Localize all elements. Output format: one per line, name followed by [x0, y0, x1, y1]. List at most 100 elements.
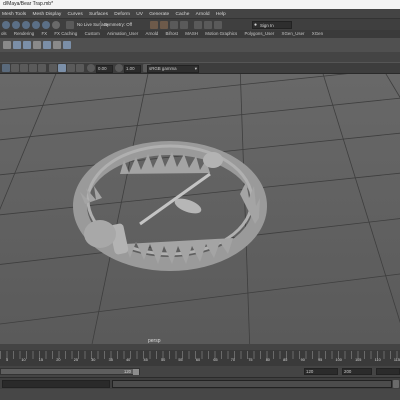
tick-label: 100	[335, 358, 342, 362]
colorspace-dropdown[interactable]: sRGB gamma ▾	[147, 65, 199, 73]
shelf-tab-ols[interactable]: ols	[1, 30, 7, 38]
shelf-tab-animation-user[interactable]: Animation_User	[107, 30, 138, 38]
viewport-3d[interactable]: persp	[0, 74, 400, 344]
menu-surfaces[interactable]: Surfaces	[89, 10, 108, 18]
snap-projected-icon[interactable]	[32, 21, 40, 29]
current-frame-field[interactable]	[376, 368, 400, 375]
animation-end-field[interactable]: 200	[342, 368, 372, 375]
range-end-value: 120	[306, 369, 314, 374]
snap-view-plane-icon[interactable]	[42, 21, 50, 29]
menu-deform[interactable]: Deform	[114, 10, 130, 18]
shelf-tool-5-icon[interactable]	[43, 41, 51, 49]
animation-end-value: 200	[344, 369, 352, 374]
shelf-tool-4-icon[interactable]	[33, 41, 41, 49]
select-camera-icon[interactable]	[2, 64, 10, 72]
menu-uv[interactable]: UV	[136, 10, 143, 18]
grid-toggle-icon[interactable]	[38, 64, 46, 72]
range-end-field[interactable]: 120	[304, 368, 338, 375]
help-line	[0, 389, 400, 400]
menu-cache[interactable]: Cache	[176, 10, 190, 18]
snap-grid-icon[interactable]	[2, 21, 10, 29]
signin-button[interactable]: ● Sign In	[252, 21, 292, 29]
tick-label: 95	[318, 358, 323, 362]
exposure-icon[interactable]	[87, 64, 95, 72]
render-settings-icon[interactable]	[170, 21, 178, 29]
status-line: No Live Surface Symmetry: Off ● Sign In	[0, 18, 400, 30]
script-editor-icon[interactable]	[393, 380, 399, 388]
camera-label: persp	[148, 338, 161, 344]
shelf-tool-1-icon[interactable]	[3, 41, 11, 49]
smooth-shade-icon[interactable]	[58, 64, 66, 72]
window-title-bar: d/Maya/Bear Trap.mb*	[0, 0, 400, 9]
ipr-render-icon[interactable]	[160, 21, 168, 29]
viewport-canvas: persp	[0, 74, 400, 344]
menu-generate[interactable]: Generate	[149, 10, 169, 18]
lighting-icon[interactable]	[76, 64, 84, 72]
tick-label: 85	[283, 358, 288, 362]
exposure-value: 0.00	[98, 66, 107, 71]
main-menu-bar: Mesh Tools Mesh Display Curves Surfaces …	[0, 9, 400, 18]
range-slider-bar: 120 120 200	[0, 366, 400, 377]
menu-mesh-tools[interactable]: Mesh Tools	[2, 10, 26, 18]
bear-trap-model[interactable]	[73, 141, 267, 271]
viewport-toolbar: 0.00 1.00 sRGB gamma ▾	[0, 62, 400, 74]
render-frame-icon[interactable]	[150, 21, 158, 29]
snap-point-icon[interactable]	[22, 21, 30, 29]
shelf-tool-2-icon[interactable]	[13, 41, 21, 49]
wireframe-icon[interactable]	[49, 64, 57, 72]
menu-help[interactable]: Help	[216, 10, 226, 18]
range-start-value: 120	[124, 369, 131, 374]
tick-label: 115	[393, 358, 400, 362]
shelf-tab-polygons-user[interactable]: Polygons_User	[244, 30, 274, 38]
gamma-icon[interactable]	[115, 64, 123, 72]
image-plane-icon[interactable]	[29, 64, 37, 72]
snap-live-icon[interactable]	[52, 21, 60, 29]
shelf-tab-fx-caching[interactable]: FX Caching	[54, 30, 77, 38]
menu-curves[interactable]: Curves	[68, 10, 83, 18]
tick-label: 30	[91, 358, 96, 362]
user-icon: ●	[254, 22, 258, 28]
shelf-tab-rendering[interactable]: Rendering	[14, 30, 34, 38]
live-surface-icon[interactable]	[66, 21, 74, 29]
shelf-tab-xgen-user[interactable]: XGen_User	[282, 30, 305, 38]
shelf-tab-fx[interactable]: FX	[41, 30, 47, 38]
shelf-tool-3-icon[interactable]	[23, 41, 31, 49]
colorspace-value: sRGB gamma	[149, 66, 177, 71]
time-tick-labels: 5 10 15 20 25 30 35 40 45 50 55 60 65 70…	[6, 358, 400, 365]
tick-label: 5	[6, 358, 9, 362]
hypershade-icon[interactable]	[180, 21, 188, 29]
range-handle[interactable]	[133, 369, 139, 375]
tick-label: 10	[21, 358, 26, 362]
tick-label: 90	[300, 358, 305, 362]
textured-icon[interactable]	[67, 64, 75, 72]
shelf-tool-6-icon[interactable]	[53, 41, 61, 49]
light-editor-icon[interactable]	[204, 21, 212, 29]
gamma-field[interactable]: 1.00	[124, 65, 141, 73]
menu-mesh-display[interactable]: Mesh Display	[32, 10, 61, 18]
snap-curve-icon[interactable]	[12, 21, 20, 29]
gamma-value: 1.00	[126, 66, 135, 71]
menu-arnold[interactable]: Arnold	[196, 10, 210, 18]
shelf-tab-arnold[interactable]: Arnold	[146, 30, 159, 38]
shelf-tab-mash[interactable]: MASH	[185, 30, 198, 38]
mel-input[interactable]	[2, 380, 110, 388]
shelf-tab-motion-graphics[interactable]: Motion Graphics	[205, 30, 237, 38]
command-line	[0, 377, 400, 389]
arnold-render-icon[interactable]	[214, 21, 222, 29]
tick-label: 20	[56, 358, 61, 362]
symmetry-dropdown[interactable]: Symmetry: Off	[104, 22, 132, 27]
tick-label: 70	[230, 358, 236, 362]
exposure-field[interactable]: 0.00	[96, 65, 113, 73]
shelf-tab-bifrost[interactable]: Bifrost	[166, 30, 178, 38]
bookmarks-icon[interactable]	[20, 64, 28, 72]
camera-attributes-icon[interactable]	[11, 64, 19, 72]
render-setup-icon[interactable]	[194, 21, 202, 29]
shelf-tab-custom[interactable]: Custom	[85, 30, 100, 38]
range-slider[interactable]: 120	[0, 368, 140, 375]
shelf-tool-7-icon[interactable]	[63, 41, 71, 49]
window-title: d/Maya/Bear Trap.mb*	[3, 1, 54, 7]
shelf-tab-xgen[interactable]: XGen	[312, 30, 323, 38]
shelf	[0, 38, 400, 52]
time-slider[interactable]: 5 10 15 20 25 30 35 40 45 50 55 60 65 70…	[0, 350, 400, 366]
tick-label: 55	[178, 358, 183, 362]
